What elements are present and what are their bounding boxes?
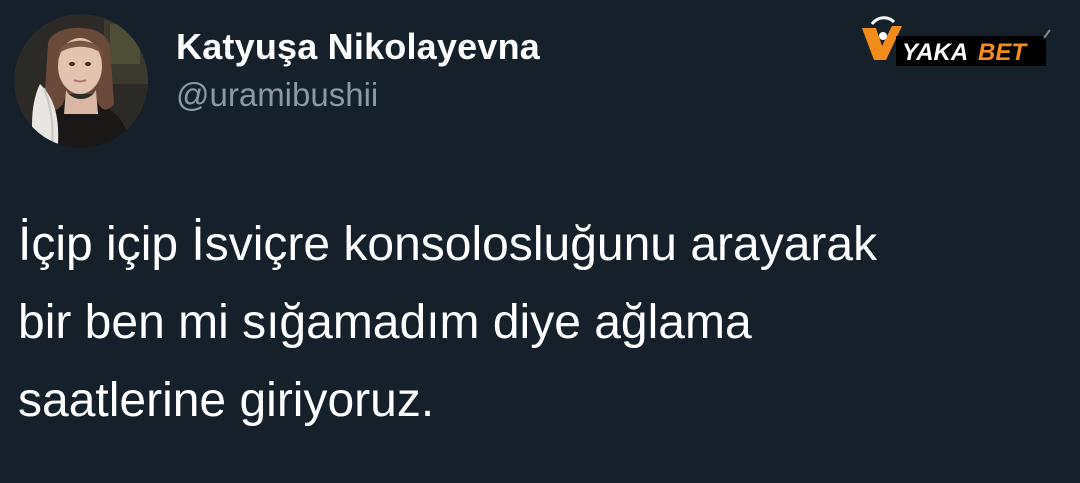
svg-text:YAKA: YAKA [902,39,968,66]
author-display-name[interactable]: Katyuşa Nikolayevna [176,25,540,69]
yakabet-logo-icon: YAKA BET [862,16,1051,66]
tweet-text-line-2: bir ben mi sığamadım diye ağlama [18,296,752,349]
avatar-image [14,14,148,148]
avatar[interactable] [14,14,148,148]
tweet-text-line-1: İçip içip İsviçre konsolosluğunu arayara… [18,218,878,271]
svg-text:BET: BET [978,39,1028,66]
author-names: Katyuşa Nikolayevna @uramibushii [176,25,540,117]
tweet-text-line-3: saatlerine giriyoruz. [18,374,435,427]
yakabet-watermark-logo: YAKA BET [858,16,1054,72]
tweet-text: İçip içip İsviçre konsolosluğunu arayara… [18,210,1058,444]
author-handle[interactable]: @uramibushii [176,73,540,117]
tweet-header: Katyuşa Nikolayevna @uramibushii [14,14,540,148]
tweet-screenshot: Katyuşa Nikolayevna @uramibushii YAKA BE… [0,0,1080,483]
